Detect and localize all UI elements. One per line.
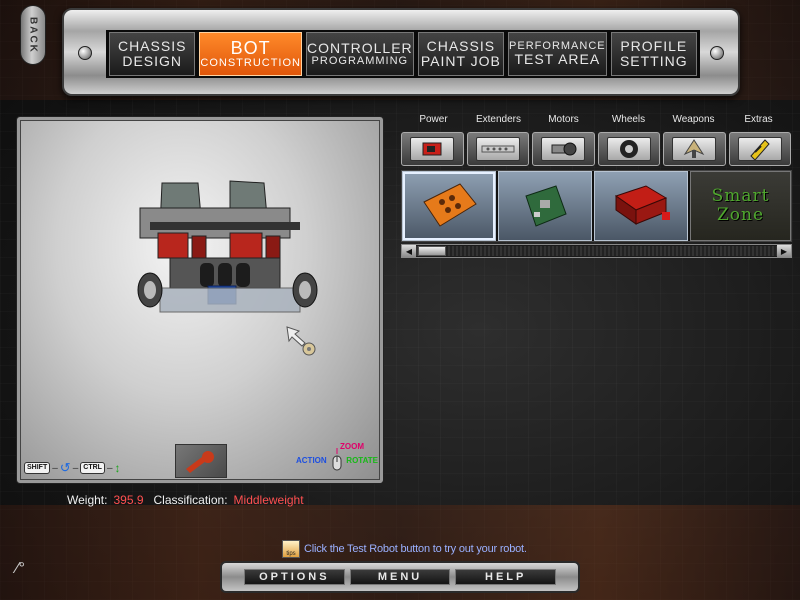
tab-controller-programming[interactable]: CONTROLLER PROGRAMMING [305,32,414,76]
motor-icon [551,142,577,156]
part-orange-battery-pack[interactable] [402,171,496,241]
back-button-label: BACK [27,16,39,54]
back-button[interactable]: BACK [20,5,46,65]
weapon-icon [683,139,705,158]
nav-bolt-left [78,46,92,60]
tip-bar: tips Click the Test Robot button to try … [282,540,527,558]
tips-icon: tips [282,540,300,558]
mouse-icon [332,448,342,471]
weight-value: 395.9 [113,493,144,507]
tab-chassis-paint-job[interactable]: CHASSIS PAINT JOB [417,32,505,76]
rotate-label: ROTATE [346,456,378,465]
extender-bar-icon [481,145,515,153]
mouse-controls-hint: ZOOM ACTION ROTATE [296,442,378,476]
category-label-wheels: Wheels [611,114,646,125]
extras-icon [750,139,770,160]
robot-3d-viewport[interactable]: SHIFT – ↺ – CTRL – ↕ ZOOM ACTION ROTATE [17,117,383,483]
smart-zone[interactable]: Smart Zone [690,171,791,241]
scroll-track[interactable] [416,246,777,256]
part-red-power-unit[interactable] [594,171,688,241]
wheel-icon [619,140,638,158]
category-label-weapons: Weapons [672,114,715,125]
tab-chassis-design[interactable]: CHASSIS DESIGN [109,32,196,76]
smart-zone-line1: Smart [711,186,770,206]
classification-value: Middleweight [233,493,304,507]
scroll-thumb[interactable] [418,246,446,256]
classification-label: Classification: [153,493,228,507]
action-label: ACTION [296,456,327,465]
tip-text: Click the Test Robot button to try out y… [304,543,527,555]
tab-bot-construction[interactable]: BOT CONSTRUCTION [199,32,302,76]
part-green-circuit-board[interactable] [498,171,592,241]
weight-label: Weight: [67,493,108,507]
circuit-board-icon [525,185,567,227]
power-unit-icon [614,185,670,225]
category-label-extras: Extras [744,114,773,125]
scroll-right-icon[interactable]: ▶ [777,245,791,257]
shift-key: SHIFT [24,462,51,474]
category-wheels[interactable] [597,132,660,166]
rotate-arrow-icon: ↺ [59,460,71,475]
part-categories: Power Extenders Motors Wheels Weapons Ex… [401,114,791,166]
nav-bolt-right [710,46,724,60]
help-button[interactable]: HELP [455,569,557,585]
parts-carousel: Smart Zone [401,170,792,242]
menu-button[interactable]: MENU [349,569,451,585]
wrench-icon [186,451,214,473]
options-button[interactable]: OPTIONS [244,569,345,585]
bottom-menu: OPTIONS MENU HELP [220,561,580,593]
ctrl-key: CTRL [80,462,105,474]
main-nav: CHASSIS DESIGN BOT CONSTRUCTION CONTROLL… [62,8,740,96]
tab-performance-test-area[interactable]: PERFORMANCE TEST AREA [508,32,607,76]
category-label-extenders: Extenders [475,114,522,125]
category-power[interactable] [401,132,464,166]
category-label-motors: Motors [548,114,579,125]
move-arrow-icon: ↕ [114,461,121,475]
category-extras[interactable] [728,132,791,166]
category-extenders[interactable] [466,132,529,166]
robot-stats: Weight: 395.9 Classification: Middleweig… [67,493,304,507]
orange-battery-icon [423,183,477,227]
scroll-left-icon[interactable]: ◀ [402,245,416,257]
smart-zone-line2: Zone [716,205,765,225]
battery-icon [422,142,442,156]
robot-model[interactable] [130,178,330,328]
tab-profile-setting[interactable]: PROFILE SETTING [610,32,697,76]
category-motors[interactable] [532,132,595,166]
category-label-power: Power [419,114,448,125]
placement-cursor-icon [286,326,316,356]
current-part-thumbnail[interactable] [175,444,227,478]
category-weapons[interactable] [663,132,726,166]
shift-ctrl-hint: SHIFT – ↺ – CTRL – ↕ [24,460,121,475]
parts-scrollbar[interactable]: ◀ ▶ [401,244,792,258]
corner-logo-icon: ⁄° [16,560,26,577]
